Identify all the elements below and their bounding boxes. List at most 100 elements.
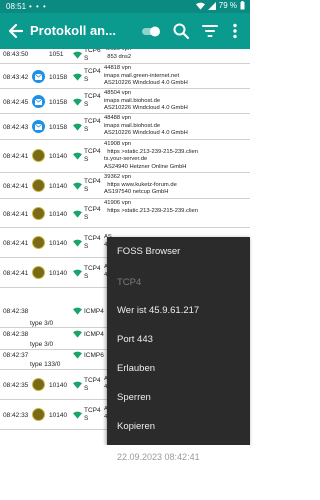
filter-icon[interactable]: [201, 22, 219, 40]
menu-item-block[interactable]: Sperren: [117, 392, 151, 403]
log-info: 41906 vpn https >static.213-239-215-239.…: [104, 200, 198, 214]
status-icons: 79 %: [195, 1, 245, 10]
wifi-icon: [73, 239, 82, 247]
wifi-icon: [73, 269, 82, 277]
log-uid: 10140: [49, 153, 68, 160]
toggle-switch-icon[interactable]: [139, 22, 163, 40]
battery-icon: [240, 1, 245, 10]
log-protocol: TCP4 S: [84, 118, 101, 133]
log-type: type 3/0: [30, 341, 54, 348]
log-row[interactable]: 08:43:50 1051 TCP6 S 42630 vpn 853 dns2: [0, 49, 250, 64]
foss-browser-icon: [32, 207, 45, 220]
app-bar: Protokoll an...: [0, 13, 250, 49]
log-row[interactable]: 08:42:45 10158 TCP4 S 48504 vpn imaps ma…: [0, 89, 250, 114]
log-uid: 10140: [49, 211, 68, 218]
battery-percent: 79 %: [218, 1, 237, 10]
log-protocol: TCP4 S: [84, 407, 101, 422]
wifi-icon: [73, 182, 82, 190]
foss-browser-icon: [32, 179, 45, 192]
log-row[interactable]: 08:42:43 10158 TCP4 S 48488 vpn imaps ma…: [0, 114, 250, 140]
log-protocol: ICMP4: [84, 308, 104, 315]
log-time: 08:43:42: [3, 74, 29, 81]
log-row[interactable]: 08:42:41 10140 TCP4 S 41906 vpn https >s…: [0, 199, 250, 228]
log-uid: 1051: [49, 51, 64, 58]
log-info: 39362 vpn https www.kuketz-forum.de AS19…: [104, 174, 177, 196]
wifi-icon: [195, 2, 205, 10]
log-protocol: TCP4 S: [84, 377, 101, 392]
foss-browser-icon: [32, 378, 45, 391]
mail-app-icon: [32, 70, 45, 83]
log-time: 08:43:50: [3, 51, 29, 58]
log-uid: 10140: [49, 270, 68, 277]
page-title: Protokoll an...: [30, 23, 116, 38]
menu-item-copy[interactable]: Kopieren: [117, 421, 155, 432]
log-protocol: TCP4 S: [84, 148, 101, 163]
wifi-icon: [73, 98, 82, 106]
context-menu: FOSS Browser TCP4 Wer ist 45.9.61.217 Po…: [107, 237, 250, 445]
menu-item-whois[interactable]: Wer ist 45.9.61.217: [117, 305, 199, 316]
log-type: type 3/0: [30, 320, 54, 327]
log-info: 48488 vpn imaps mail.biohost.de AS210226…: [104, 115, 188, 137]
log-time: 08:42:41: [3, 270, 29, 277]
overflow-menu-icon[interactable]: [226, 22, 244, 40]
wifi-icon: [73, 210, 82, 218]
foss-browser-icon: [32, 408, 45, 421]
foss-browser-icon: [32, 149, 45, 162]
log-protocol: TCP4 S: [84, 178, 101, 193]
wifi-icon: [73, 307, 82, 315]
log-info: 44818 vpn imaps mail.green-internet.net …: [104, 65, 188, 87]
log-protocol: ICMP4: [84, 331, 104, 338]
log-protocol: TCP4 S: [84, 206, 101, 221]
log-row[interactable]: 08:42:41 10140 TCP4 S 41908 vpn https >s…: [0, 140, 250, 173]
log-time: 08:42:35: [3, 382, 29, 389]
log-protocol: ICMP6: [84, 352, 104, 359]
log-protocol: TCP4 S: [84, 93, 101, 108]
log-info: 42630 vpn 853 dns2: [104, 49, 132, 60]
log-protocol: TCP4 S: [84, 235, 101, 250]
bottom-area: 22.09.2023 08:42:41: [0, 445, 250, 500]
log-time: 08:42:38: [3, 331, 29, 338]
log-time: 08:42:38: [3, 308, 29, 315]
wifi-icon: [73, 123, 82, 131]
foss-browser-icon: [32, 266, 45, 279]
notification-dots: • • •: [29, 2, 47, 11]
mail-app-icon: [32, 95, 45, 108]
back-arrow-icon[interactable]: [6, 21, 26, 41]
menu-timestamp: 22.09.2023 08:42:41: [117, 452, 200, 462]
status-time: 08:51: [6, 2, 27, 11]
log-protocol: TCP6 S: [84, 49, 101, 62]
search-icon[interactable]: [172, 22, 190, 40]
log-protocol: TCP4 S: [84, 265, 101, 280]
log-time: 08:42:33: [3, 412, 29, 419]
log-time: 08:42:41: [3, 183, 29, 190]
log-row[interactable]: 08:42:41 10140 TCP4 S 39362 vpn https ww…: [0, 173, 250, 199]
foss-browser-icon: [32, 236, 45, 249]
log-row[interactable]: 08:43:42 10158 TCP4 S 44818 vpn imaps ma…: [0, 64, 250, 89]
log-info: 48504 vpn imaps mail.biohost.de AS210226…: [104, 90, 188, 112]
wifi-icon: [73, 351, 82, 359]
log-uid: 10140: [49, 183, 68, 190]
log-type: type 133/0: [30, 361, 61, 368]
log-protocol: TCP4 S: [84, 68, 101, 83]
signal-icon: [207, 1, 216, 10]
menu-item-port[interactable]: Port 443: [117, 334, 153, 345]
log-time: 08:42:41: [3, 153, 29, 160]
wifi-icon: [73, 381, 82, 389]
menu-item-app-name: FOSS Browser: [117, 246, 181, 257]
log-uid: 10158: [49, 74, 68, 81]
menu-item-protocol: TCP4: [117, 277, 142, 288]
wifi-icon: [73, 73, 82, 81]
log-info: 41908 vpn https >static.213-239-215-239.…: [104, 141, 198, 170]
menu-item-allow[interactable]: Erlauben: [117, 363, 155, 374]
wifi-icon: [73, 411, 82, 419]
wifi-icon: [73, 330, 82, 338]
mail-app-icon: [32, 120, 45, 133]
log-time: 08:42:43: [3, 124, 29, 131]
log-uid: 10140: [49, 240, 68, 247]
log-time: 08:42:41: [3, 211, 29, 218]
log-uid: 10140: [49, 382, 68, 389]
wifi-icon: [73, 51, 82, 59]
wifi-icon: [73, 152, 82, 160]
status-bar: 08:51 • • • 79 %: [0, 0, 250, 13]
log-uid: 10158: [49, 99, 68, 106]
